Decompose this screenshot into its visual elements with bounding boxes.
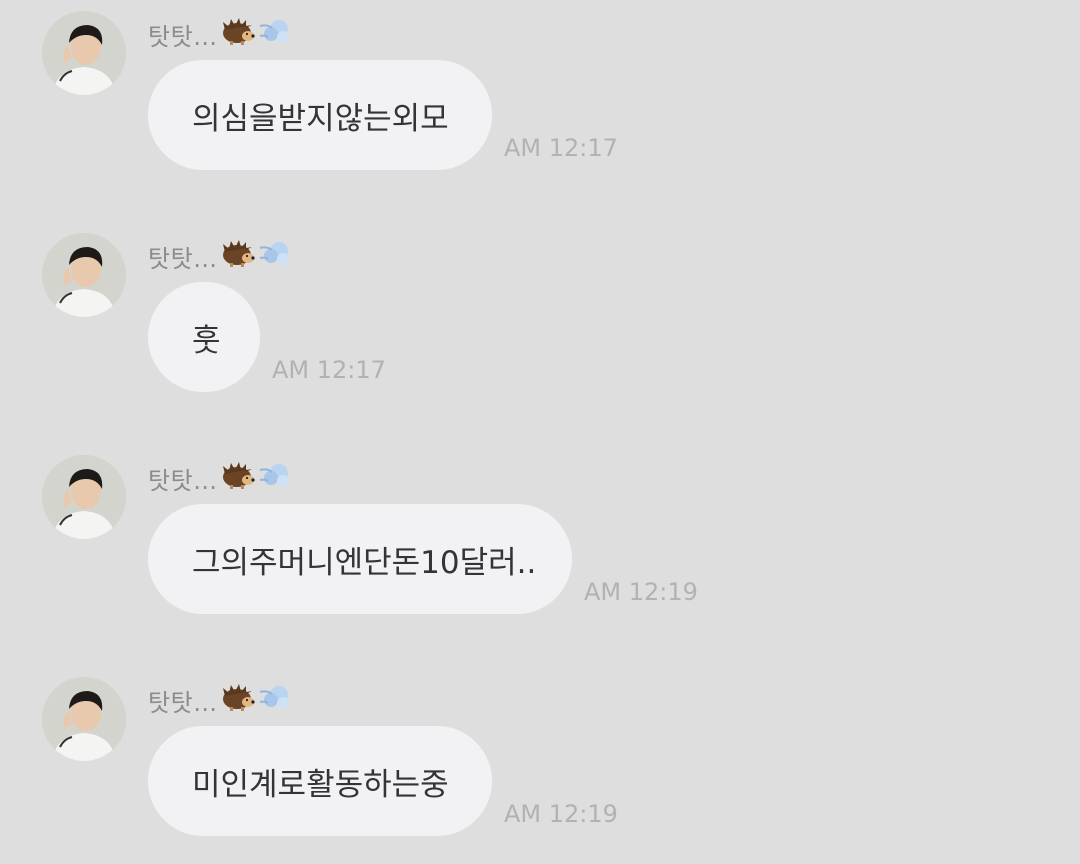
sender-name: 탓탓… [148, 236, 292, 276]
sender-name: 탓탓… [148, 680, 292, 720]
dash-icon [258, 460, 292, 496]
dash-icon [258, 238, 292, 274]
dash-icon [258, 682, 292, 718]
avatar[interactable] [42, 233, 126, 317]
message-bubble[interactable]: 훗 [148, 282, 260, 392]
sender-name-text: 탓탓… [148, 22, 218, 51]
chat-view: 탓탓… 의심을받지않는외모 AM 12:17 탓탓… 훗 AM 12:17 탓탓… [0, 0, 1080, 864]
message-bubble[interactable]: 그의주머니엔단돈10달러.. [148, 504, 572, 614]
sender-name-text: 탓탓… [148, 244, 218, 273]
sender-name: 탓탓… [148, 458, 292, 498]
message-bubble[interactable]: 미인계로활동하는중 [148, 726, 492, 836]
message-time: AM 12:19 [584, 578, 698, 606]
message-row: 탓탓… [0, 444, 1080, 614]
message-text: 의심을받지않는외모 [192, 100, 449, 137]
message-bubble[interactable]: 의심을받지않는외모 [148, 60, 492, 170]
sender-name: 탓탓… [148, 14, 292, 54]
sender-name-text: 탓탓… [148, 466, 218, 495]
dash-icon [258, 16, 292, 52]
avatar[interactable] [42, 677, 126, 761]
message-text: 훗 [192, 322, 221, 359]
hedgehog-icon [220, 460, 256, 496]
message-row: 탓탓… [0, 666, 1080, 836]
sender-name-text: 탓탓… [148, 688, 218, 717]
hedgehog-icon [220, 682, 256, 718]
message-text: 미인계로활동하는중 [192, 766, 449, 803]
message-time: AM 12:17 [504, 134, 618, 162]
message-row: 탓탓… [0, 222, 1080, 392]
hedgehog-icon [220, 238, 256, 274]
hedgehog-icon [220, 16, 256, 52]
avatar[interactable] [42, 455, 126, 539]
message-time: AM 12:17 [272, 356, 386, 384]
avatar[interactable] [42, 11, 126, 95]
message-time: AM 12:19 [504, 800, 618, 828]
message-text: 그의주머니엔단돈10달러.. [192, 544, 537, 581]
message-row: 탓탓… [0, 0, 1080, 170]
